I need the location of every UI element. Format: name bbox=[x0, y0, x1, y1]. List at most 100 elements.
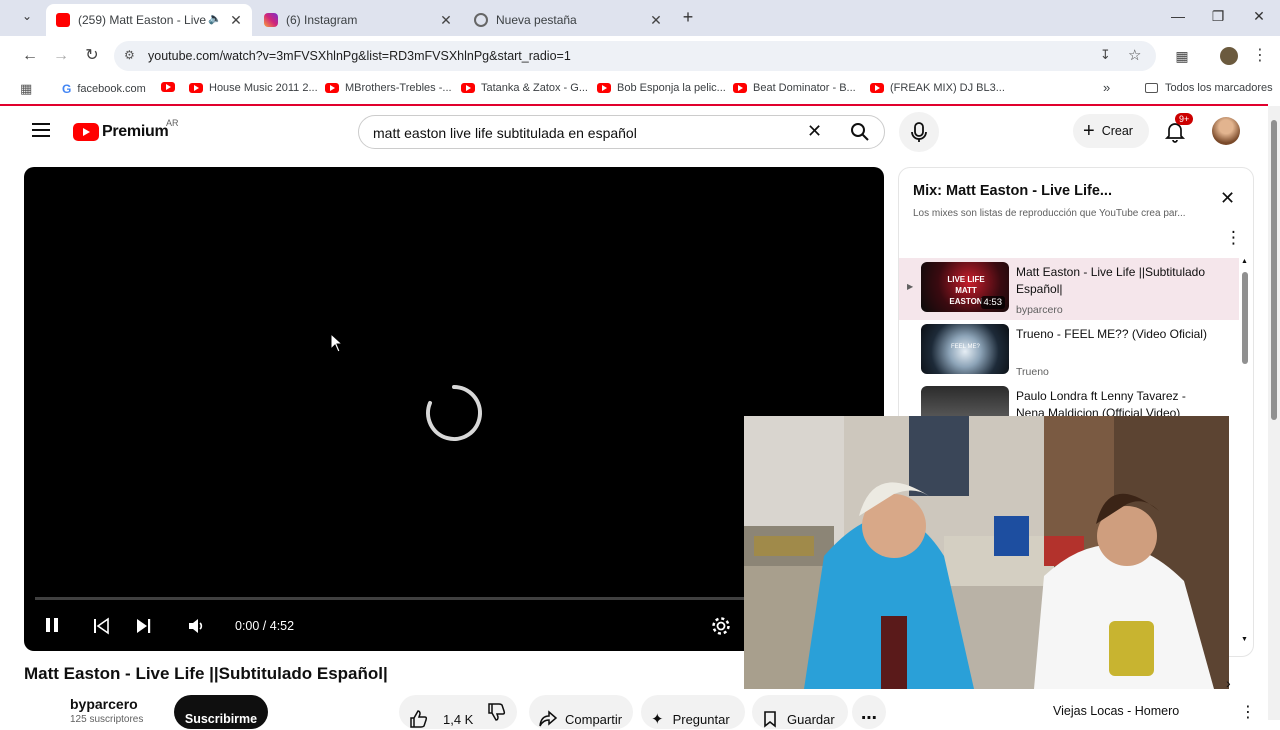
search-input[interactable]: matt easton live life subtitulada en esp… bbox=[373, 125, 637, 141]
search-icon bbox=[851, 123, 869, 141]
playlist-item-channel: byparcero bbox=[1016, 304, 1063, 316]
previous-button[interactable] bbox=[92, 617, 110, 635]
youtube-icon bbox=[733, 83, 747, 93]
bookmark-label: Beat Dominator - B... bbox=[753, 82, 856, 94]
google-icon: G bbox=[62, 82, 72, 96]
ask-label: Preguntar bbox=[672, 711, 730, 727]
more-actions-button[interactable]: ⋯ bbox=[852, 695, 886, 729]
site-info-icon[interactable]: ⚙ bbox=[124, 48, 135, 62]
new-tab-icon[interactable]: + bbox=[679, 8, 697, 26]
bookmark-tatanka[interactable]: Tatanka & Zatox - G... bbox=[461, 82, 588, 94]
tab-title: (6) Instagram bbox=[286, 13, 358, 27]
ask-button[interactable]: ✦ Preguntar bbox=[641, 695, 745, 729]
subscribe-button[interactable]: Suscribirme bbox=[174, 695, 268, 729]
bookmark-label: Todos los marcadores bbox=[1165, 82, 1273, 94]
menu-icon[interactable] bbox=[32, 123, 50, 137]
bookmark-youtube[interactable] bbox=[161, 82, 181, 92]
bookmark-star-icon[interactable]: ☆ bbox=[1128, 46, 1141, 64]
close-tab-icon[interactable]: ✕ bbox=[648, 12, 664, 28]
bookmark-label: House Music 2011 2... bbox=[209, 82, 318, 94]
chrome-favicon-icon bbox=[474, 13, 488, 27]
bookmark-label: Bob Esponja la pelic... bbox=[617, 82, 726, 94]
video-thumbnail: FEEL ME? bbox=[921, 324, 1009, 374]
chrome-menu-icon[interactable]: ⋮ bbox=[1250, 46, 1270, 66]
chevron-right-icon[interactable]: › bbox=[1226, 675, 1231, 691]
minimize-icon[interactable]: — bbox=[1168, 8, 1188, 24]
close-tab-icon[interactable]: ✕ bbox=[228, 12, 244, 28]
youtube-icon bbox=[597, 83, 611, 93]
bookmark-house-music[interactable]: House Music 2011 2... bbox=[189, 82, 318, 94]
mouse-cursor-icon bbox=[330, 333, 344, 353]
thumbs-up-icon bbox=[410, 710, 428, 728]
bookmark-bob-esponja[interactable]: Bob Esponja la pelic... bbox=[597, 82, 726, 94]
pause-button[interactable] bbox=[44, 617, 60, 634]
volume-button[interactable] bbox=[186, 616, 206, 636]
all-bookmarks-folder[interactable]: Todos los marcadores bbox=[1145, 82, 1273, 94]
notification-badge: 9+ bbox=[1175, 113, 1194, 125]
settings-icon[interactable] bbox=[710, 615, 732, 637]
extensions-icon[interactable]: ▦ bbox=[1172, 46, 1192, 66]
youtube-icon bbox=[870, 83, 884, 93]
bookmark-mbrothers[interactable]: MBrothers-Trebles -... bbox=[325, 82, 452, 94]
bookmark-freak-mix[interactable]: (FREAK MIX) DJ BL3... bbox=[870, 82, 1005, 94]
tab-youtube[interactable]: (259) Matt Easton - Live Life 🔈 ✕ bbox=[46, 4, 252, 36]
account-avatar[interactable] bbox=[1212, 117, 1240, 145]
thumbnail-text: FEEL ME? bbox=[951, 344, 980, 350]
address-bar[interactable]: ⚙ youtube.com/watch?v=3mFVSXhlnPg&list=R… bbox=[114, 41, 1156, 71]
youtube-premium-logo[interactable]: Premium bbox=[73, 122, 169, 142]
clear-search-icon[interactable]: ✕ bbox=[807, 121, 822, 142]
create-button[interactable]: + Crear bbox=[1073, 114, 1149, 148]
close-tab-icon[interactable]: ✕ bbox=[438, 12, 454, 28]
folder-icon bbox=[1145, 83, 1158, 93]
bookmark-beat-dominator[interactable]: Beat Dominator - B... bbox=[733, 82, 856, 94]
create-label: Crear bbox=[1101, 124, 1133, 138]
voice-search-button[interactable] bbox=[899, 112, 939, 152]
search-button[interactable] bbox=[844, 118, 884, 146]
playlist-item[interactable]: ▶ LIVE LIFE MATT EASTON 4:53 Matt Easton… bbox=[899, 258, 1239, 320]
tab-title: Nueva pestaña bbox=[496, 13, 577, 27]
tab-title: (259) Matt Easton - Live Life bbox=[78, 13, 206, 27]
forward-icon[interactable]: → bbox=[51, 46, 71, 66]
restore-icon[interactable]: ❐ bbox=[1208, 8, 1228, 25]
save-button[interactable]: Guardar bbox=[752, 695, 848, 729]
loading-spinner-icon bbox=[426, 385, 482, 441]
youtube-icon bbox=[461, 83, 475, 93]
playlist-title[interactable]: Mix: Matt Easton - Live Life... bbox=[913, 183, 1112, 199]
browser-toolbar: ← → ↻ ⚙ youtube.com/watch?v=3mFVSXhlnPg&… bbox=[0, 36, 1280, 76]
reload-icon[interactable]: ↻ bbox=[82, 46, 102, 66]
thumbs-down-icon[interactable] bbox=[487, 702, 507, 722]
profile-avatar[interactable] bbox=[1220, 47, 1238, 65]
bookmark-facebook[interactable]: G facebook.com bbox=[62, 82, 146, 96]
bookmark-label: facebook.com bbox=[77, 83, 146, 95]
next-button[interactable] bbox=[135, 617, 153, 635]
now-playing-icon: ▶ bbox=[907, 282, 914, 291]
share-icon bbox=[539, 710, 558, 727]
tab-new-tab[interactable]: Nueva pestaña ✕ bbox=[464, 4, 672, 36]
playlist-subtitle: Los mixes son listas de reproducción que… bbox=[913, 208, 1186, 219]
page-scrollbar[interactable] bbox=[1268, 106, 1280, 720]
duration-badge: 4:53 bbox=[980, 296, 1005, 309]
youtube-icon bbox=[161, 82, 175, 92]
playlist-item[interactable]: FEEL ME? Trueno - FEEL ME?? (Video Ofici… bbox=[899, 320, 1239, 382]
tab-search-button[interactable]: ⌄ bbox=[16, 9, 38, 29]
playlist-more-icon[interactable]: ⋮ bbox=[1225, 228, 1242, 248]
search-box[interactable]: matt easton live life subtitulada en esp… bbox=[358, 115, 885, 149]
webcam-image bbox=[744, 416, 1229, 689]
tab-instagram[interactable]: (6) Instagram ✕ bbox=[254, 4, 462, 36]
next-up-more-icon[interactable]: ⋮ bbox=[1240, 702, 1256, 722]
channel-avatar[interactable] bbox=[24, 694, 60, 730]
apps-grid-icon[interactable]: ▦ bbox=[20, 81, 32, 97]
share-button[interactable]: Compartir bbox=[529, 695, 633, 729]
channel-name[interactable]: byparcero bbox=[70, 696, 138, 712]
speaker-icon[interactable]: 🔈 bbox=[208, 12, 222, 25]
window-close-icon[interactable]: ✕ bbox=[1249, 8, 1269, 25]
plus-icon: + bbox=[1083, 120, 1095, 142]
playlist-scrollbar[interactable]: ▲ ▼ bbox=[1241, 258, 1249, 648]
next-up-title[interactable]: Viejas Locas - Homero bbox=[1053, 704, 1179, 718]
install-app-icon[interactable]: ↧ bbox=[1100, 47, 1111, 63]
notifications-button[interactable]: 9+ bbox=[1163, 113, 1194, 145]
back-icon[interactable]: ← bbox=[20, 46, 40, 66]
playlist-item-title: Matt Easton - Live Life ||Subtitulado Es… bbox=[1016, 265, 1206, 296]
more-bookmarks-icon[interactable]: » bbox=[1103, 80, 1110, 95]
close-playlist-icon[interactable]: ✕ bbox=[1220, 188, 1235, 209]
